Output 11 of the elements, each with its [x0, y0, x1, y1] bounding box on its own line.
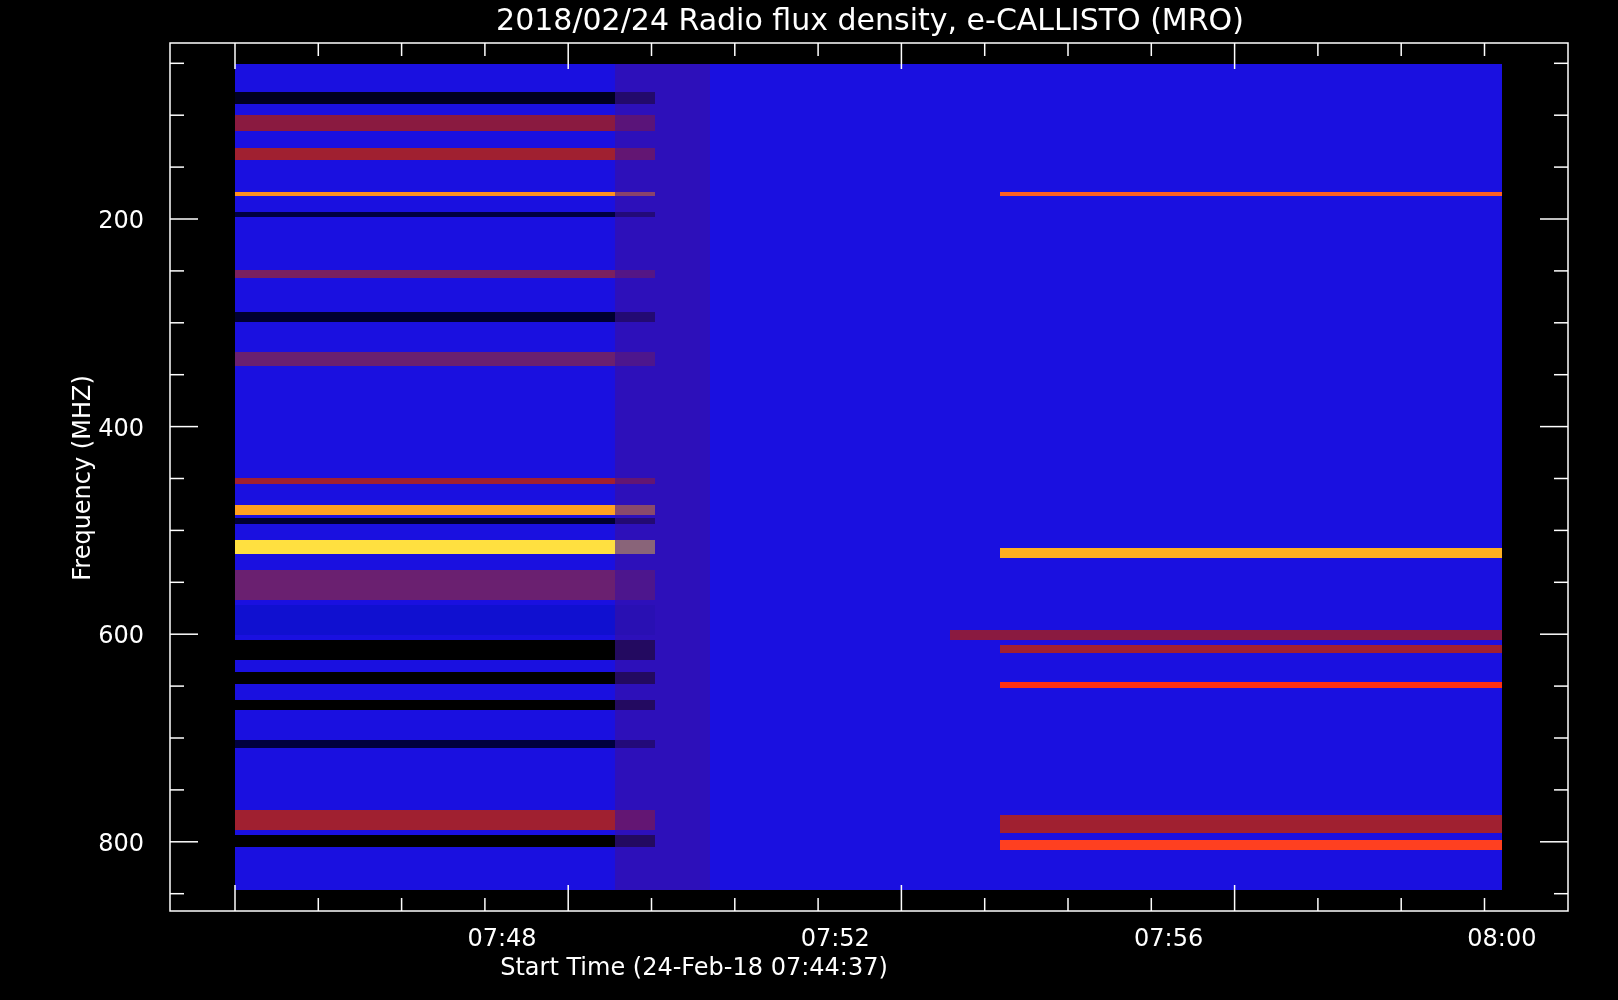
axis-tick-label: 800 — [98, 829, 144, 858]
axis-tick-label: 08:00 — [1467, 924, 1537, 952]
axis-title: Frequency (MHZ) — [68, 375, 96, 581]
axis-tick-label: 200 — [98, 206, 144, 234]
axis-tick-label: 600 — [98, 621, 144, 650]
axis-tick-label: 07:56 — [1134, 924, 1204, 952]
axis-title: Start Time (24-Feb-18 07:44:37) — [500, 953, 888, 981]
axis-tick-label: 400 — [98, 413, 144, 442]
chart-title: 2018/02/24 Radio flux density, e-CALLISTO (MRO) — [496, 2, 1244, 37]
axis-tick-label: 07:48 — [467, 924, 537, 952]
axis-tick-label: 07:52 — [800, 924, 870, 952]
